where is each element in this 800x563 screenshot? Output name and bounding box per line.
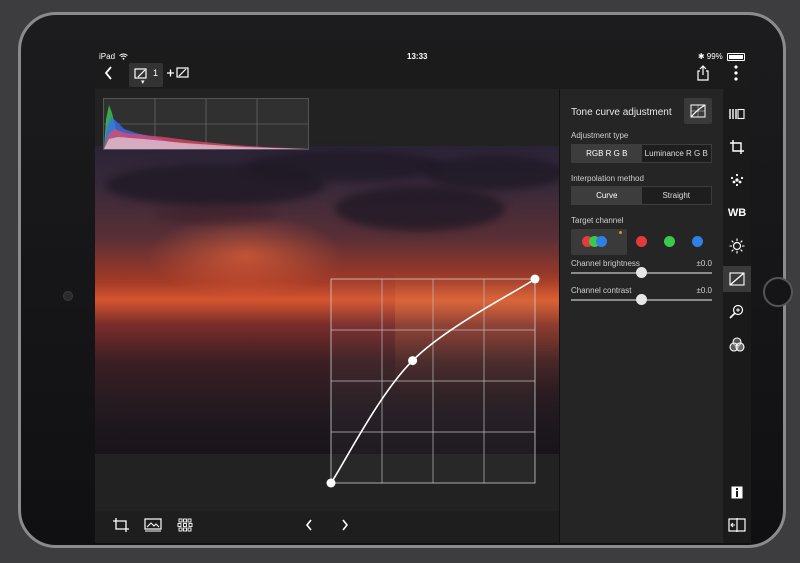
device-name: iPad <box>99 52 116 61</box>
sharpness-icon <box>730 173 744 187</box>
lens-correction-button[interactable] <box>723 299 751 325</box>
interpolation-label: Interpolation method <box>571 174 644 183</box>
info-button[interactable] <box>723 479 751 505</box>
channel-contrast-label: Channel contrast <box>571 286 632 295</box>
share-button[interactable] <box>695 65 711 86</box>
adjustment-type-luminance[interactable]: Luminance R G B <box>641 145 711 162</box>
home-button[interactable] <box>763 277 793 307</box>
tone-curve-icon <box>690 104 706 118</box>
grid-view-icon <box>177 518 193 532</box>
app-screen: iPad 13:33 ✱ 99% 1 ▾ Tone curve adjustme… <box>95 49 751 543</box>
brightness-icon <box>729 238 745 254</box>
channel-blue-button[interactable] <box>692 236 703 247</box>
more-button[interactable] <box>729 65 743 86</box>
white-balance-icon: WB <box>727 207 747 219</box>
filmstrip-view-button[interactable] <box>143 517 163 537</box>
battery-icon <box>727 52 745 61</box>
info-icon <box>731 486 743 498</box>
crop-icon <box>730 140 744 154</box>
crop-button[interactable] <box>723 134 751 160</box>
channel-brightness-label: Channel brightness <box>571 259 640 268</box>
previous-button[interactable] <box>301 517 317 537</box>
lens-correction-icon <box>729 304 744 319</box>
interpolation-straight[interactable]: Straight <box>641 187 711 204</box>
tone-curve-tool-button[interactable] <box>723 266 751 292</box>
tool-rail: WB <box>723 89 751 543</box>
film-strip-button[interactable] <box>723 101 751 127</box>
channel-contrast-value: ±0.0 <box>696 286 712 295</box>
tone-curve-toggle-button[interactable] <box>684 98 712 124</box>
bluetooth-icon: ✱ <box>697 52 705 61</box>
adjustment-type-selector: RGB R G B Luminance R G B <box>571 144 712 163</box>
status-bar: iPad 13:33 ✱ 99% <box>95 49 751 63</box>
more-vertical-icon <box>734 65 738 81</box>
wifi-icon <box>119 53 129 61</box>
battery-percent: 99% <box>706 52 723 61</box>
tone-curve-panel: Tone curve adjustment Adjustment type RG… <box>559 89 724 543</box>
back-button[interactable] <box>101 65 117 85</box>
adjustment-type-rgb[interactable]: RGB R G B <box>572 145 642 162</box>
curve-control-point[interactable] <box>530 274 540 284</box>
filmstrip-view-icon <box>144 518 162 532</box>
curve-control-point[interactable] <box>408 356 418 366</box>
add-version-button[interactable] <box>165 65 191 85</box>
channel-green-button[interactable] <box>664 236 675 247</box>
film-strip-icon <box>729 108 745 120</box>
compare-button[interactable] <box>723 512 751 538</box>
channel-brightness-value: ±0.0 <box>696 259 712 268</box>
grid-view-button[interactable] <box>175 517 195 537</box>
version-count: 1 <box>153 68 159 78</box>
white-balance-button[interactable]: WB <box>723 200 751 226</box>
chevron-left-icon <box>104 66 112 80</box>
trim-icon <box>113 518 129 532</box>
curve-control-point[interactable] <box>326 478 336 488</box>
front-camera <box>63 291 73 301</box>
tone-curve-editor[interactable] <box>95 89 559 511</box>
bottom-toolbar <box>95 511 559 543</box>
next-button[interactable] <box>337 517 353 537</box>
target-channel-label: Target channel <box>571 216 624 225</box>
color-adjust-icon <box>729 337 745 352</box>
next-icon <box>342 519 349 531</box>
plus-icon <box>167 67 189 78</box>
channel-rgb-blue-dot <box>596 236 607 247</box>
channel-active-marker <box>619 231 622 234</box>
channel-rgb-button[interactable] <box>571 229 627 255</box>
brightness-button[interactable] <box>723 233 751 259</box>
previous-icon <box>305 519 312 531</box>
compare-icon <box>728 518 746 532</box>
top-toolbar: 1 ▾ <box>95 63 751 89</box>
channel-red-button[interactable] <box>636 236 647 247</box>
channel-contrast-thumb[interactable] <box>636 294 647 305</box>
tone-curve-tool-icon <box>729 272 745 286</box>
color-adjust-button[interactable] <box>723 332 751 358</box>
interpolation-selector: Curve Straight <box>571 186 712 205</box>
target-channel-selector <box>571 229 712 255</box>
versions-button[interactable]: 1 ▾ <box>129 63 163 87</box>
interpolation-curve[interactable]: Curve <box>572 187 642 204</box>
channel-brightness-thumb[interactable] <box>636 267 647 278</box>
panel-title: Tone curve adjustment <box>571 107 672 118</box>
adjustment-type-label: Adjustment type <box>571 131 629 140</box>
share-icon <box>697 65 709 81</box>
image-canvas[interactable] <box>95 89 565 511</box>
sharpness-button[interactable] <box>723 167 751 193</box>
trim-button[interactable] <box>111 517 131 538</box>
ipad-frame: iPad 13:33 ✱ 99% 1 ▾ Tone curve adjustme… <box>18 12 793 548</box>
clock: 13:33 <box>407 52 428 61</box>
